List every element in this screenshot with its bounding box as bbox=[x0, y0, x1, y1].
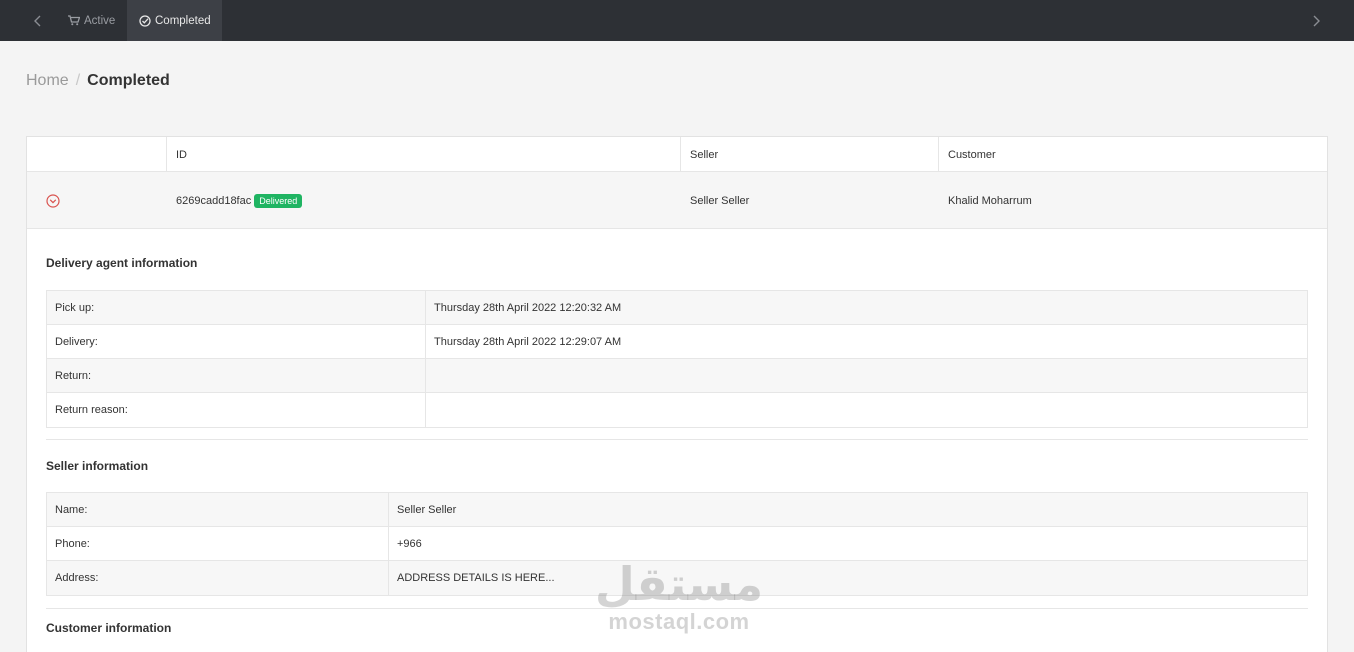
customer-section-title: Customer information bbox=[46, 621, 172, 635]
delivery-agent-table: Pick up: Thursday 28th April 2022 12:20:… bbox=[46, 290, 1308, 428]
orders-panel: ID Seller Customer 6269cadd18fac Deliver… bbox=[26, 136, 1328, 652]
order-id-cell: 6269cadd18fac Delivered bbox=[167, 172, 680, 229]
return-value bbox=[426, 359, 1307, 392]
seller-phone-value: +966 bbox=[397, 537, 422, 550]
order-id: 6269cadd18fac bbox=[176, 194, 252, 207]
seller-address-value: ADDRESS DETAILS IS HERE... bbox=[397, 572, 555, 584]
table-header: ID Seller Customer bbox=[27, 137, 1327, 172]
breadcrumb-separator: / bbox=[75, 72, 81, 89]
cart-icon bbox=[68, 15, 80, 26]
status-badge: Delivered bbox=[254, 193, 303, 208]
check-circle-icon bbox=[139, 14, 151, 27]
tab-active[interactable]: Active bbox=[60, 0, 126, 41]
section-divider bbox=[46, 608, 1308, 609]
table-row[interactable]: 6269cadd18fac Delivered Seller Seller Kh… bbox=[27, 172, 1327, 229]
return-reason-label: Return reason: bbox=[47, 393, 426, 427]
column-header-seller[interactable]: Seller bbox=[681, 137, 939, 172]
info-row: Return: bbox=[47, 359, 1307, 393]
pickup-label: Pick up: bbox=[47, 291, 426, 324]
return-label: Return: bbox=[47, 359, 426, 392]
seller-section-title: Seller information bbox=[46, 459, 149, 473]
delivery-value: Thursday 28th April 2022 12:29:07 AM bbox=[434, 335, 622, 348]
breadcrumb-home-link[interactable]: Home bbox=[26, 72, 69, 90]
info-row: Address: ADDRESS DETAILS IS HERE... bbox=[47, 561, 1307, 595]
seller-info-table: Name: Seller Seller Phone: +966 Address:… bbox=[46, 492, 1308, 596]
seller-phone-label: Phone: bbox=[47, 527, 389, 560]
top-navbar: Active Completed bbox=[0, 0, 1354, 41]
breadcrumb: Home / Completed bbox=[26, 72, 170, 90]
info-row: Pick up: Thursday 28th April 2022 12:20:… bbox=[47, 291, 1307, 325]
info-row: Name: Seller Seller bbox=[47, 493, 1307, 527]
info-row: Phone: +966 bbox=[47, 527, 1307, 561]
chevron-right-icon[interactable] bbox=[1304, 0, 1328, 41]
column-header-customer[interactable]: Customer bbox=[939, 137, 1327, 172]
chevron-left-icon[interactable] bbox=[26, 0, 50, 41]
tab-label: Active bbox=[84, 14, 116, 27]
delivery-label: Delivery: bbox=[47, 325, 426, 358]
customer-cell: Khalid Moharrum bbox=[948, 194, 1032, 207]
column-header-id[interactable]: ID bbox=[167, 137, 680, 172]
info-row: Return reason: bbox=[47, 393, 1307, 427]
seller-name-label: Name: bbox=[47, 493, 389, 526]
tab-completed[interactable]: Completed bbox=[127, 0, 222, 41]
page-title: Completed bbox=[87, 72, 170, 89]
seller-name-value: Seller Seller bbox=[397, 503, 457, 516]
seller-address-label: Address: bbox=[47, 561, 389, 595]
chevron-down-circle-icon[interactable] bbox=[46, 193, 60, 208]
return-reason-value bbox=[426, 393, 1307, 427]
tab-label: Completed bbox=[155, 14, 211, 27]
section-divider bbox=[46, 439, 1308, 440]
delivery-agent-section-title: Delivery agent information bbox=[46, 256, 198, 270]
pickup-value: Thursday 28th April 2022 12:20:32 AM bbox=[434, 301, 622, 314]
info-row: Delivery: Thursday 28th April 2022 12:29… bbox=[47, 325, 1307, 359]
seller-cell: Seller Seller bbox=[690, 194, 750, 207]
